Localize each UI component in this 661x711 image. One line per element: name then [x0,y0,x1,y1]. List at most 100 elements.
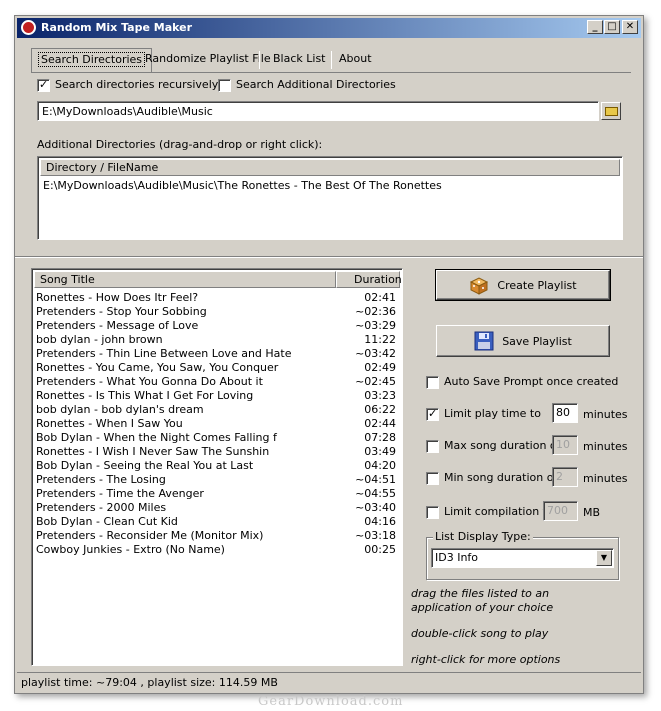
auto-save-checkbox[interactable]: Auto Save Prompt once created [426,375,618,391]
min-song-duration-unit: minutes [583,472,628,485]
song-title: Pretenders - The Losing [36,473,166,486]
song-duration: 11:22 [364,333,396,346]
additional-directories-checkbox[interactable]: Search Additional Directories [218,78,396,94]
song-duration: 04:16 [364,515,396,528]
folder-icon [605,107,618,116]
song-title: bob dylan - bob dylan's dream [36,403,204,416]
checkbox-unchecked-icon[interactable] [426,505,439,519]
additional-directories-label: Additional Directories (drag-and-drop or… [37,138,323,151]
song-title: bob dylan - john brown [36,333,163,346]
song-row[interactable]: Pretenders - What You Gonna Do About it ~… [34,375,400,389]
song-row[interactable]: Ronettes - How Does Itr Feel? 02:41 [34,291,400,305]
song-title: Pretenders - Stop Your Sobbing [36,305,207,318]
maximize-button[interactable]: □ [604,20,620,34]
column-header-duration[interactable]: Duration [336,271,402,288]
floppy-disk-icon [474,331,494,351]
list-display-type-legend: List Display Type: [433,530,533,543]
song-duration: ~03:42 [355,347,396,360]
song-title: Bob Dylan - Clean Cut Kid [36,515,178,528]
list-item[interactable]: E:\MyDownloads\Audible\Music\The Ronette… [43,179,442,192]
max-song-duration-checkbox[interactable]: Max song duration of [426,439,561,455]
section-divider [15,256,643,258]
checkbox-checked-icon[interactable] [426,407,439,421]
max-song-duration-unit: minutes [583,440,628,453]
min-song-duration-input[interactable]: 2 [552,467,578,487]
limit-compilation-checkbox[interactable]: Limit compilation to [426,505,554,521]
tab-randomize-playlist[interactable]: Randomize Playlist File [139,48,277,72]
column-header-directory[interactable]: Directory / FileName [40,159,620,176]
tab-search-directories[interactable]: Search Directories [31,48,153,72]
song-title: Cowboy Junkies - Extro (No Name) [36,543,225,556]
song-title: Pretenders - Message of Love [36,319,199,332]
song-title: Ronettes - Is This What I Get For Loving [36,389,254,402]
song-duration: 04:20 [364,459,396,472]
checkbox-unchecked-icon[interactable] [426,471,439,485]
create-playlist-button[interactable]: Create Playlist [435,269,611,301]
window-title: Random Mix Tape Maker [41,21,193,34]
tab-separator [259,51,260,69]
limit-play-time-checkbox[interactable]: Limit play time to [426,407,541,423]
music-path-input[interactable]: E:\MyDownloads\Audible\Music [37,101,599,121]
song-row[interactable]: Pretenders - Message of Love ~03:29 [34,319,400,333]
hint-drag-line-1: drag the files listed to an [411,587,550,600]
song-duration: 07:28 [364,431,396,444]
song-duration: ~03:18 [355,529,396,542]
additional-directories-list[interactable]: Directory / FileName E:\MyDownloads\Audi… [37,156,623,240]
checkbox-unchecked-icon[interactable] [426,375,439,389]
song-duration: 02:41 [364,291,396,304]
app-icon[interactable] [21,20,36,35]
song-duration: ~02:36 [355,305,396,318]
song-duration: ~04:51 [355,473,396,486]
song-row[interactable]: Bob Dylan - Clean Cut Kid 04:16 [34,515,400,529]
song-row[interactable]: Pretenders - The Losing ~04:51 [34,473,400,487]
song-row[interactable]: Cowboy Junkies - Extro (No Name) 00:25 [34,543,400,557]
max-song-duration-input[interactable]: 10 [552,435,578,455]
save-playlist-button[interactable]: Save Playlist [436,325,610,357]
song-row[interactable]: Ronettes - You Came, You Saw, You Conque… [34,361,400,375]
play-time-input[interactable]: 80 [552,403,578,423]
list-display-type-group: List Display Type: ID3 Info ▼ [426,530,619,580]
song-row[interactable]: Ronettes - I Wish I Never Saw The Sunshi… [34,445,400,459]
song-row[interactable]: bob dylan - bob dylan's dream 06:22 [34,403,400,417]
song-list[interactable]: Song Title Duration Ronettes - How Does … [31,268,403,666]
min-song-duration-checkbox[interactable]: Min song duration of [426,471,557,487]
song-row[interactable]: Bob Dylan - When the Night Comes Falling… [34,431,400,445]
song-row[interactable]: Pretenders - 2000 Miles ~03:40 [34,501,400,515]
list-display-type-select[interactable]: ID3 Info ▼ [431,548,614,568]
hint-right-click: right-click for more options [411,653,561,666]
tab-about[interactable]: About [333,48,378,72]
status-bar: playlist time: ~79:04 , playlist size: 1… [17,672,641,691]
recursive-checkbox[interactable]: Search directories recursively [37,78,218,94]
song-title: Ronettes - You Came, You Saw, You Conque… [36,361,279,374]
checkbox-unchecked-icon[interactable] [426,439,439,453]
close-button[interactable]: ✕ [622,20,638,34]
checkbox-unchecked-icon[interactable] [218,78,231,92]
song-duration: 02:44 [364,417,396,430]
song-duration: 00:25 [364,543,396,556]
tab-separator [331,51,332,69]
song-title: Pretenders - 2000 Miles [36,501,167,514]
title-bar[interactable]: Random Mix Tape Maker _ □ ✕ [17,18,641,38]
minimize-button[interactable]: _ [587,20,603,34]
song-row[interactable]: Ronettes - Is This What I Get For Loving… [34,389,400,403]
song-duration: 06:22 [364,403,396,416]
column-header-song-title[interactable]: Song Title [34,271,336,288]
chevron-down-icon[interactable]: ▼ [596,550,612,566]
song-row[interactable]: Ronettes - When I Saw You 02:44 [34,417,400,431]
play-time-unit: minutes [583,408,628,421]
song-row[interactable]: Pretenders - Thin Line Between Love and … [34,347,400,361]
song-row[interactable]: Pretenders - Reconsider Me (Monitor Mix)… [34,529,400,543]
song-duration: ~02:45 [355,375,396,388]
song-row[interactable]: Pretenders - Stop Your Sobbing ~02:36 [34,305,400,319]
limit-compilation-unit: MB [583,506,601,519]
song-row[interactable]: Pretenders - Time the Avenger ~04:55 [34,487,400,501]
hint-double-click: double-click song to play [411,627,549,640]
song-duration: 03:23 [364,389,396,402]
hint-drag-line-2: application of your choice [411,601,554,614]
browse-folder-button[interactable] [601,102,621,120]
checkbox-checked-icon[interactable] [37,78,50,92]
song-row[interactable]: Bob Dylan - Seeing the Real You at Last 0… [34,459,400,473]
limit-compilation-input[interactable]: 700 [543,501,578,521]
tab-black-list[interactable]: Black List [267,48,332,72]
song-row[interactable]: bob dylan - john brown 11:22 [34,333,400,347]
